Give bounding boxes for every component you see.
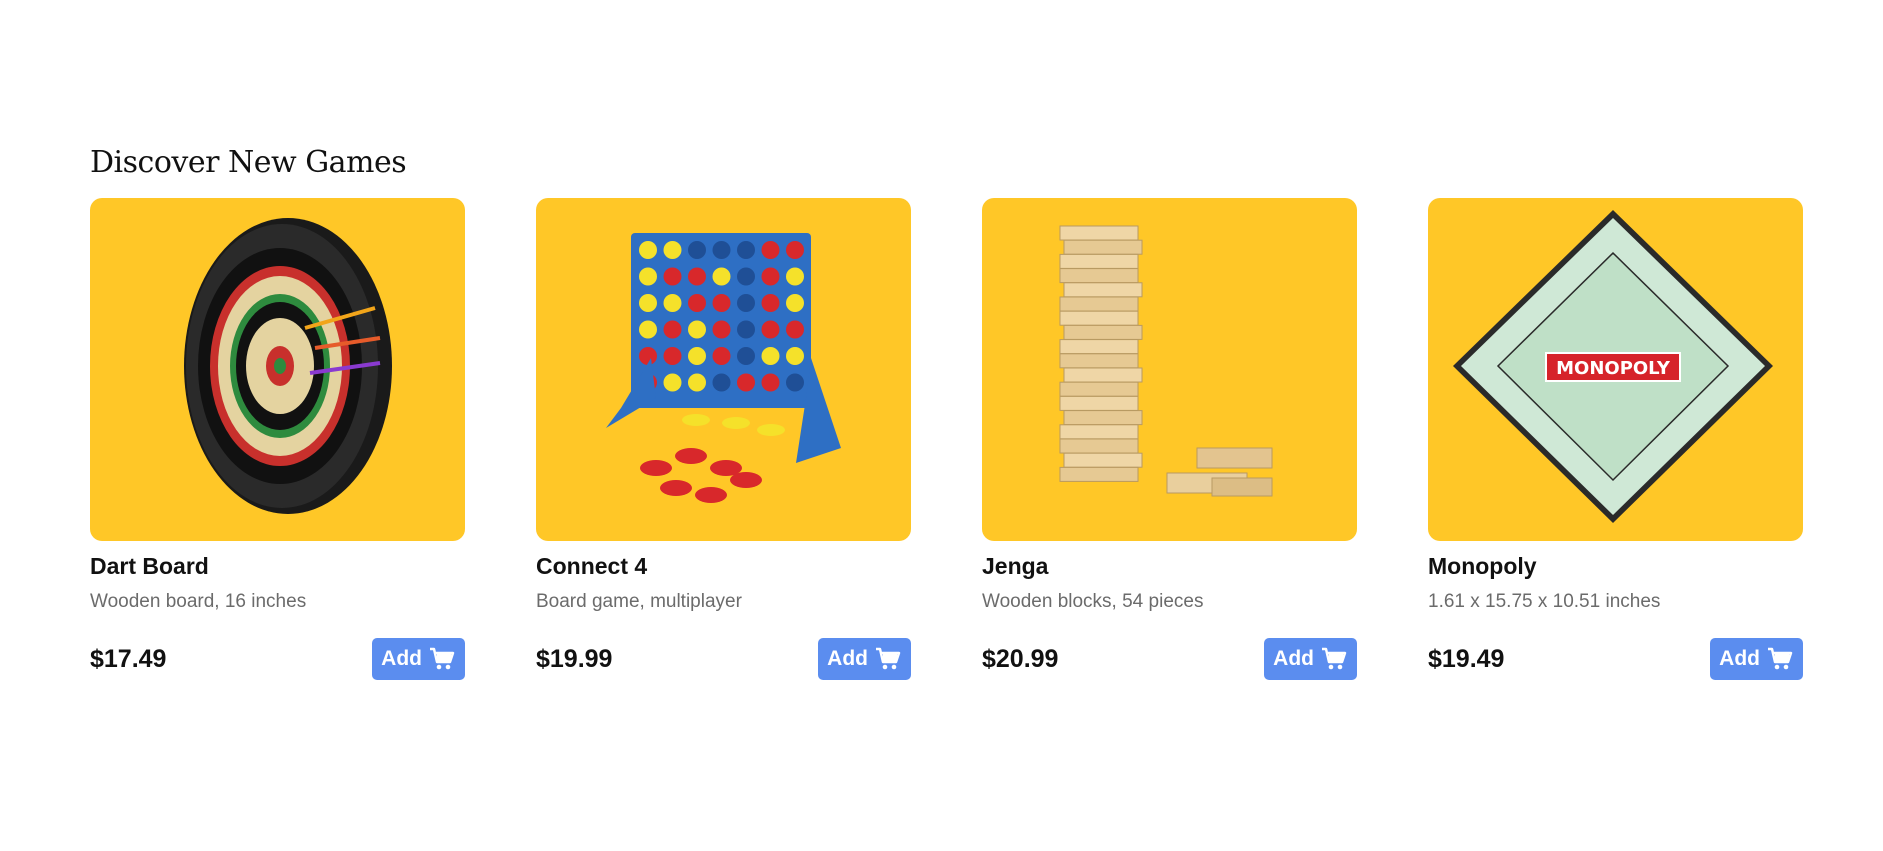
- shopping-cart-icon: [429, 647, 455, 671]
- product-card-jenga: Jenga Wooden blocks, 54 pieces $20.99 Ad…: [982, 198, 1357, 680]
- product-grid: Dart Board Wooden board, 16 inches $17.4…: [90, 198, 1803, 680]
- section-title: Discover New Games: [90, 145, 407, 180]
- dart-board-icon: [184, 218, 392, 514]
- connect-four-icon: [606, 233, 841, 503]
- shopping-cart-icon: [1767, 647, 1793, 671]
- jenga-tower-icon: [1059, 225, 1273, 497]
- product-footer: $17.49 Add: [90, 638, 465, 680]
- product-footer: $20.99 Add: [982, 638, 1357, 680]
- product-price: $19.49: [1428, 644, 1505, 673]
- add-to-cart-button[interactable]: Add: [372, 638, 465, 680]
- monopoly-board-icon: MONOPOLY: [1453, 210, 1773, 523]
- product-name: Monopoly: [1428, 553, 1537, 579]
- monopoly-logo: MONOPOLY: [1556, 358, 1671, 379]
- product-card-monopoly: MONOPOLY Monopoly 1.61 x 15.75 x 10.51 i…: [1428, 198, 1803, 680]
- product-card-dart-board: Dart Board Wooden board, 16 inches $17.4…: [90, 198, 465, 680]
- page: Discover New Games Dart Board Wooden boa…: [0, 0, 1883, 851]
- add-button-label: Add: [1719, 647, 1760, 670]
- shopping-cart-icon: [875, 647, 901, 671]
- shopping-cart-icon: [1321, 647, 1347, 671]
- product-description: Board game, multiplayer: [536, 591, 742, 612]
- add-button-label: Add: [381, 647, 422, 670]
- product-price: $20.99: [982, 644, 1059, 673]
- add-to-cart-button[interactable]: Add: [818, 638, 911, 680]
- product-description: Wooden board, 16 inches: [90, 591, 307, 612]
- product-image-connect-4[interactable]: [536, 198, 911, 541]
- product-card-connect-4: Connect 4 Board game, multiplayer $19.99…: [536, 198, 911, 680]
- product-image-dart-board[interactable]: [90, 198, 465, 541]
- product-price: $19.99: [536, 644, 613, 673]
- add-to-cart-button[interactable]: Add: [1264, 638, 1357, 680]
- product-description: 1.61 x 15.75 x 10.51 inches: [1428, 591, 1661, 612]
- product-name: Jenga: [982, 553, 1049, 579]
- product-image-jenga[interactable]: [982, 198, 1357, 541]
- product-footer: $19.99 Add: [536, 638, 911, 680]
- product-image-monopoly[interactable]: MONOPOLY: [1428, 198, 1803, 541]
- add-to-cart-button[interactable]: Add: [1710, 638, 1803, 680]
- product-description: Wooden blocks, 54 pieces: [982, 591, 1204, 612]
- product-name: Connect 4: [536, 553, 648, 579]
- add-button-label: Add: [1273, 647, 1314, 670]
- product-name: Dart Board: [90, 553, 209, 579]
- product-footer: $19.49 Add: [1428, 638, 1803, 680]
- add-button-label: Add: [827, 647, 868, 670]
- product-price: $17.49: [90, 644, 167, 673]
